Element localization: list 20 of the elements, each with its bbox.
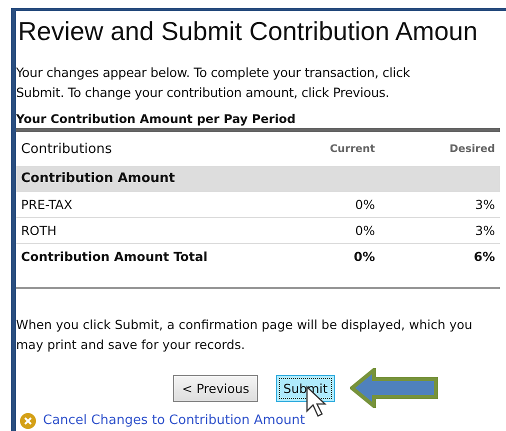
intro-text: Your changes appear below. To complete your transaction, click Submit. To change your contribution amount, click Previous. xyxy=(16,65,411,103)
table-cell-text: 6% xyxy=(472,249,495,264)
note-text: When you click Submit, a confirmation page will be displayed, which you may print and save for your records. xyxy=(16,316,474,354)
action-button[interactable]: < Previous xyxy=(173,374,258,402)
table-cell-text: PRE-TAX xyxy=(21,197,74,212)
column-header: Desired xyxy=(448,143,495,155)
column-header: Current xyxy=(328,143,375,155)
arrow-icon xyxy=(350,368,438,408)
page-title: Review and Submit Contribution Amoun xyxy=(17,15,479,46)
cancel-link[interactable]: Cancel Changes to Contribution Amount xyxy=(43,413,305,429)
table-cell-text: Contribution Amount Total xyxy=(21,249,209,264)
table-cell-text: 3% xyxy=(474,197,495,212)
table-cell-text: 0% xyxy=(352,249,375,264)
table-cell-text: 3% xyxy=(474,223,495,238)
table-cell-text: 0% xyxy=(354,223,375,238)
section-title: Your Contribution Amount per Pay Period xyxy=(16,112,500,132)
column-header: Contributions xyxy=(21,141,113,157)
group-row: Contribution Amount xyxy=(16,166,500,192)
table-cell-text: ROTH xyxy=(21,223,58,238)
table-cell-text: 0% xyxy=(354,197,375,212)
